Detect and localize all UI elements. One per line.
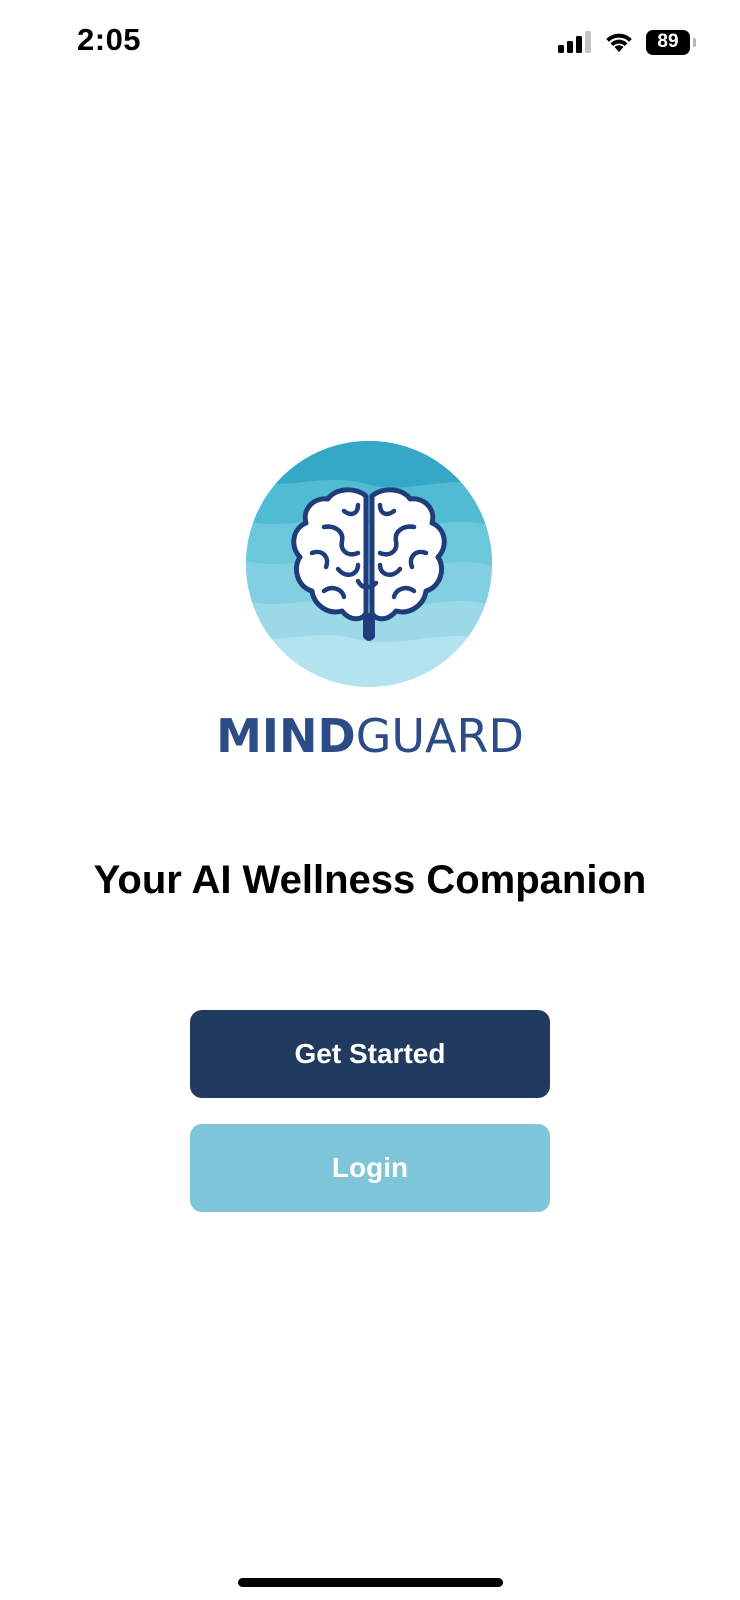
brain-icon <box>246 441 492 687</box>
home-indicator[interactable] <box>238 1578 503 1587</box>
battery-icon: 89 <box>646 29 696 55</box>
tagline: Your AI Wellness Companion <box>93 858 647 902</box>
battery-cap <box>693 37 696 47</box>
get-started-button[interactable]: Get Started <box>190 1010 550 1098</box>
brand-name-regular: GUARD <box>355 709 524 763</box>
login-button[interactable]: Login <box>190 1124 550 1212</box>
brand-name: MINDGUARD <box>0 709 740 763</box>
status-icons: 89 <box>558 28 696 56</box>
battery-level: 89 <box>657 31 679 52</box>
signal-icon <box>558 31 592 53</box>
wifi-icon <box>604 31 634 53</box>
brand-name-bold: MIND <box>216 709 356 763</box>
status-bar: 2:05 89 <box>0 0 740 84</box>
status-time: 2:05 <box>77 22 142 57</box>
